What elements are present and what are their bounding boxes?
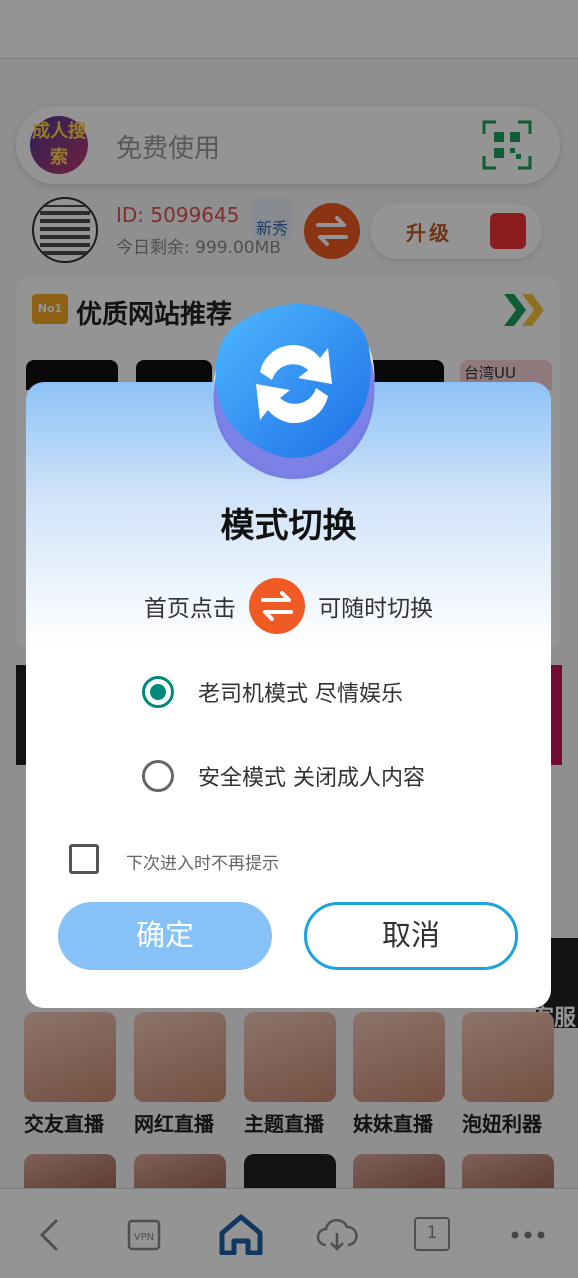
radio-checked[interactable]	[142, 676, 174, 708]
dont-remind-checkbox[interactable]	[69, 844, 99, 874]
mode-switch-dialog: 模式切换 首页点击 可随时切换 老司机模式 尽情娱乐 安全模式 关闭成人内容 下…	[26, 303, 551, 1008]
swap-arrows-icon	[249, 578, 305, 634]
cancel-button[interactable]: 取消	[304, 902, 518, 970]
hint-prefix: 首页点击	[143, 596, 236, 622]
dont-remind-label: 下次进入时不再提示	[126, 854, 279, 874]
option-label: 安全模式 关闭成人内容	[198, 766, 425, 791]
hint-suffix: 可随时切换	[318, 596, 434, 622]
radio-unchecked[interactable]	[142, 760, 174, 792]
switch-hint: 首页点击 可随时切换	[26, 578, 551, 638]
option-safe-mode[interactable]: 安全模式 关闭成人内容	[138, 754, 498, 798]
confirm-button[interactable]: 确定	[58, 902, 272, 970]
option-driver-mode[interactable]: 老司机模式 尽情娱乐	[138, 670, 498, 714]
option-label: 老司机模式 尽情娱乐	[198, 682, 403, 707]
sync-switch-icon	[213, 303, 375, 479]
dialog-title: 模式切换	[220, 506, 357, 546]
